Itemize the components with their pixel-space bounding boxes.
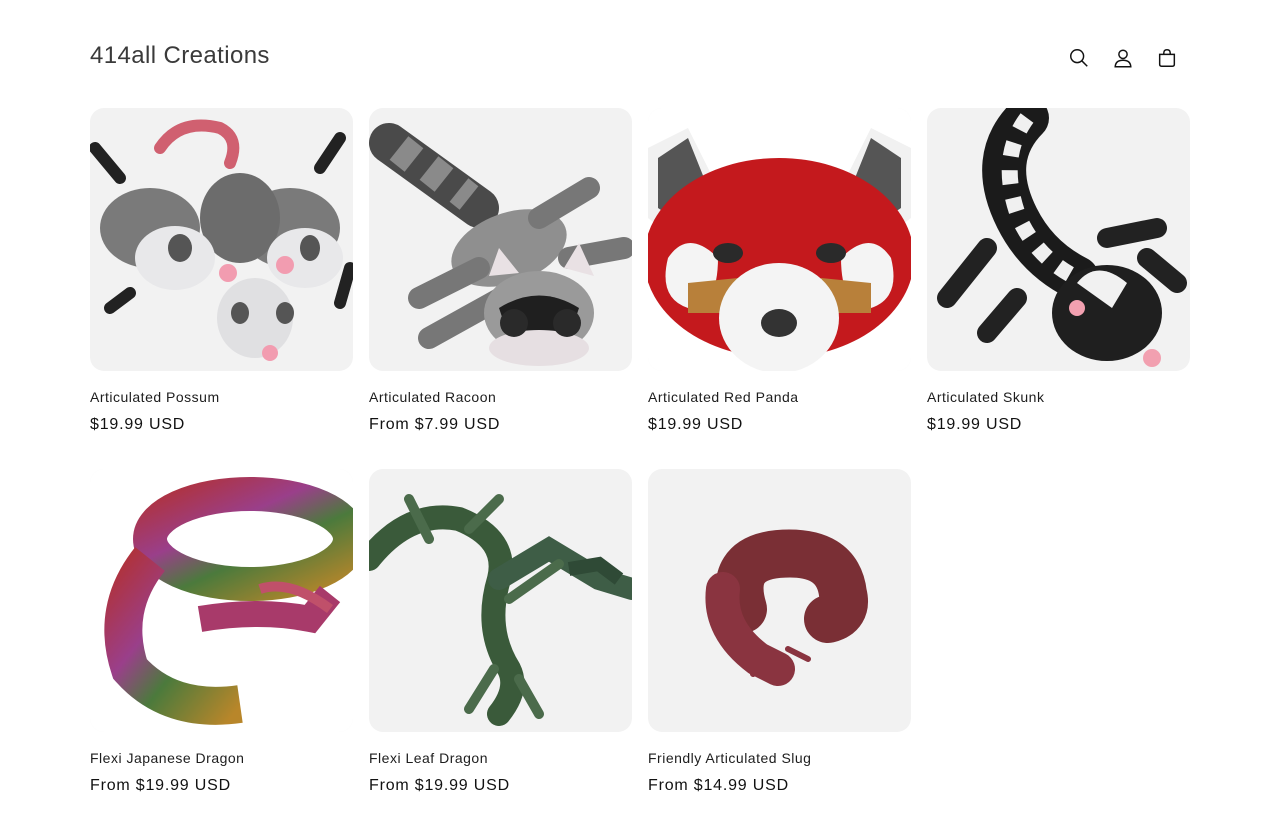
- product-card-possum[interactable]: Articulated Possum $19.99 USD: [90, 108, 353, 469]
- product-title[interactable]: Articulated Skunk: [927, 389, 1190, 405]
- store-logo[interactable]: 414all Creations: [90, 42, 270, 70]
- product-title[interactable]: Articulated Racoon: [369, 389, 632, 405]
- product-title[interactable]: Articulated Possum: [90, 389, 353, 405]
- product-title[interactable]: Articulated Red Panda: [648, 389, 911, 405]
- product-image-leaf-dragon[interactable]: [369, 469, 632, 732]
- product-card-japanese-dragon[interactable]: Flexi Japanese Dragon From $19.99 USD: [90, 469, 353, 830]
- cart-icon[interactable]: [1156, 44, 1178, 72]
- product-card-slug[interactable]: Friendly Articulated Slug From $14.99 US…: [648, 469, 911, 830]
- product-card-skunk[interactable]: Articulated Skunk $19.99 USD: [927, 108, 1190, 469]
- product-grid: Articulated Possum $19.99 USD Articulate…: [90, 108, 1190, 830]
- product-image-racoon[interactable]: [369, 108, 632, 371]
- product-price: From $19.99 USD: [369, 777, 510, 794]
- product-card-racoon[interactable]: Articulated Racoon From $7.99 USD: [369, 108, 632, 469]
- site-header: 414all Creations: [0, 0, 1280, 108]
- product-card-red-panda[interactable]: Articulated Red Panda $19.99 USD: [648, 108, 911, 469]
- product-card-leaf-dragon[interactable]: Flexi Leaf Dragon From $19.99 USD: [369, 469, 632, 830]
- header-icons: [1068, 44, 1178, 72]
- product-title[interactable]: Friendly Articulated Slug: [648, 750, 911, 766]
- product-price: From $19.99 USD: [90, 777, 231, 794]
- product-price: $19.99 USD: [648, 416, 744, 433]
- product-price: $19.99 USD: [90, 416, 186, 433]
- product-title[interactable]: Flexi Leaf Dragon: [369, 750, 632, 766]
- search-icon[interactable]: [1068, 44, 1090, 72]
- product-image-japanese-dragon[interactable]: [90, 469, 353, 732]
- product-image-red-panda[interactable]: [648, 108, 911, 371]
- product-title[interactable]: Flexi Japanese Dragon: [90, 750, 353, 766]
- product-image-skunk[interactable]: [927, 108, 1190, 371]
- product-image-slug[interactable]: [648, 469, 911, 732]
- product-price: From $7.99 USD: [369, 416, 501, 433]
- account-icon[interactable]: [1112, 44, 1134, 72]
- product-image-possum[interactable]: [90, 108, 353, 371]
- product-price: From $14.99 USD: [648, 777, 789, 794]
- product-price: $19.99 USD: [927, 416, 1023, 433]
